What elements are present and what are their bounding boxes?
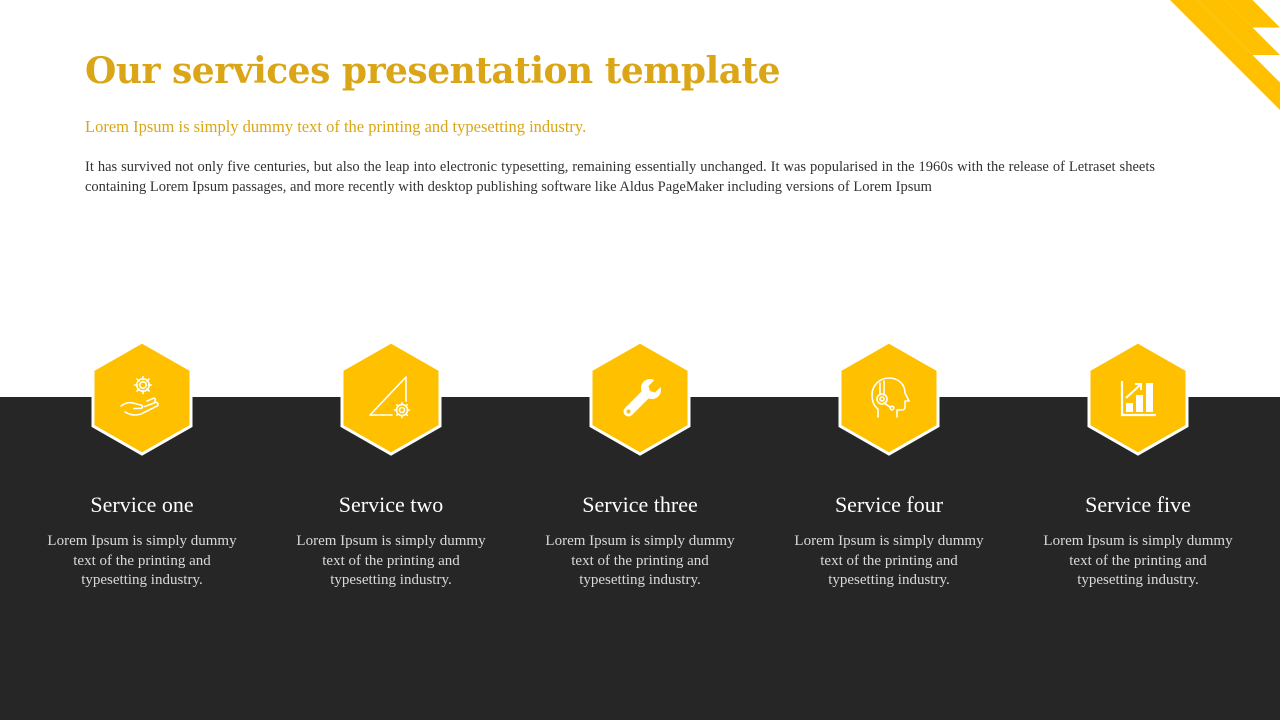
service-card: Service three Lorem Ipsum is simply dumm… — [530, 340, 750, 591]
hexagon-badge — [340, 340, 442, 456]
service-card: Service two Lorem Ipsum is simply dummy … — [281, 340, 501, 591]
service-card: Service four Lorem Ipsum is simply dummy… — [779, 340, 999, 591]
bar-chart-growth-icon — [1120, 381, 1156, 417]
pattern-triangle — [1252, 82, 1280, 110]
pattern-triangle — [1252, 55, 1280, 83]
pattern-triangle — [1197, 27, 1225, 55]
set-square-gear-icon — [369, 376, 411, 419]
hexagon-badge — [91, 340, 193, 456]
service-title: Service five — [1085, 492, 1191, 517]
wrench-icon — [623, 379, 661, 417]
pattern-triangle — [1252, 27, 1280, 55]
service-description: Lorem Ipsum is simply dummy text of the … — [794, 533, 984, 588]
hexagon-badge — [1087, 340, 1189, 456]
corner-triangle-pattern — [1170, 0, 1280, 110]
service-title: Service one — [90, 492, 194, 517]
pattern-triangle — [1170, 0, 1198, 28]
hexagon-badge — [589, 340, 691, 456]
service-title: Service two — [338, 492, 444, 517]
service-title: Service three — [582, 492, 698, 517]
headset-support-icon — [871, 377, 910, 418]
pattern-triangle — [1252, 0, 1280, 28]
subtitle: Lorem Ipsum is simply dummy text of the … — [85, 117, 587, 136]
service-title: Service four — [834, 492, 944, 517]
service-card: Service one Lorem Ipsum is simply dummy … — [32, 340, 252, 591]
body-paragraph: It has survived not only five centuries,… — [85, 159, 1155, 195]
service-card: Service five Lorem Ipsum is simply dummy… — [1028, 340, 1248, 591]
pattern-triangle — [1225, 55, 1253, 83]
service-description: Lorem Ipsum is simply dummy text of the … — [296, 533, 486, 588]
service-description: Lorem Ipsum is simply dummy text of the … — [47, 533, 237, 588]
hexagon-badge — [838, 340, 940, 456]
service-description: Lorem Ipsum is simply dummy text of the … — [545, 533, 735, 588]
service-description: Lorem Ipsum is simply dummy text of the … — [1043, 533, 1233, 588]
page-title: Our services presentation template — [85, 50, 781, 92]
hand-gear-icon — [120, 375, 159, 416]
